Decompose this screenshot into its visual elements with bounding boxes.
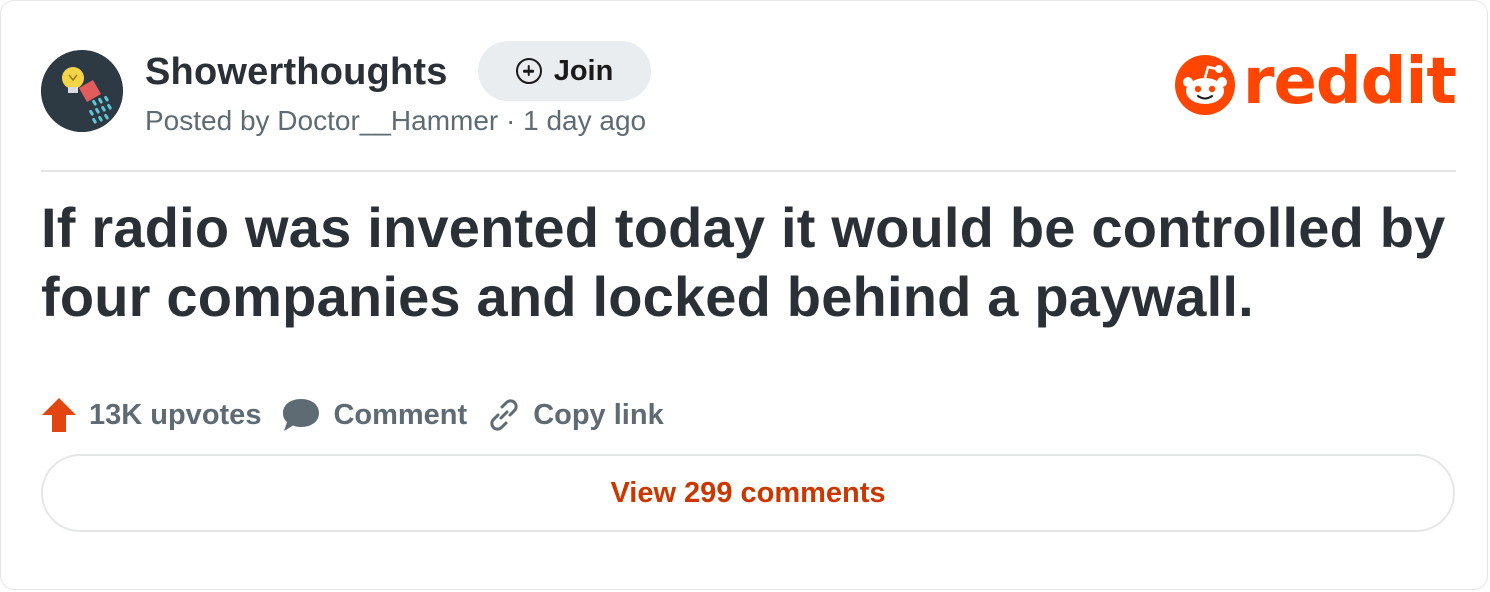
comment-bubble-icon: [283, 399, 320, 431]
view-comments-label: View 299 comments: [610, 476, 886, 509]
copy-link-label: Copy link: [533, 398, 664, 431]
copy-link-button[interactable]: Copy link: [487, 398, 664, 432]
upvote-button[interactable]: 13K upvotes: [41, 396, 261, 434]
reddit-logo[interactable]: reddit: [1174, 50, 1457, 115]
reddit-alien-icon: [1174, 55, 1235, 115]
comment-button[interactable]: Comment: [281, 397, 467, 433]
join-button-label: Join: [553, 54, 614, 87]
post-meta: Posted by Doctor__Hammer · 1 day ago: [145, 105, 647, 136]
plus-circle-icon: [515, 58, 542, 84]
view-comments-button[interactable]: View 299 comments: [41, 454, 1455, 532]
comment-label: Comment: [333, 398, 468, 431]
post-actions: 13K upvotes Comment Copy link: [41, 391, 684, 439]
post-title[interactable]: If radio was invented today it would be …: [41, 193, 1461, 331]
post-card: Showerthoughts Join Posted by Doctor__Ha…: [0, 0, 1488, 590]
link-icon: [490, 399, 518, 431]
subreddit-name[interactable]: Showerthoughts: [145, 51, 448, 94]
showerhead-lightbulb-icon: [41, 50, 123, 132]
join-button[interactable]: Join: [478, 41, 651, 101]
upvote-arrow-icon: [42, 398, 76, 432]
post-header: Showerthoughts Join Posted by Doctor__Ha…: [41, 41, 1457, 137]
subreddit-avatar[interactable]: [41, 50, 123, 132]
upvote-count: 13K upvotes: [89, 398, 262, 431]
header-divider: [41, 170, 1456, 172]
reddit-wordmark: reddit: [1242, 45, 1457, 119]
